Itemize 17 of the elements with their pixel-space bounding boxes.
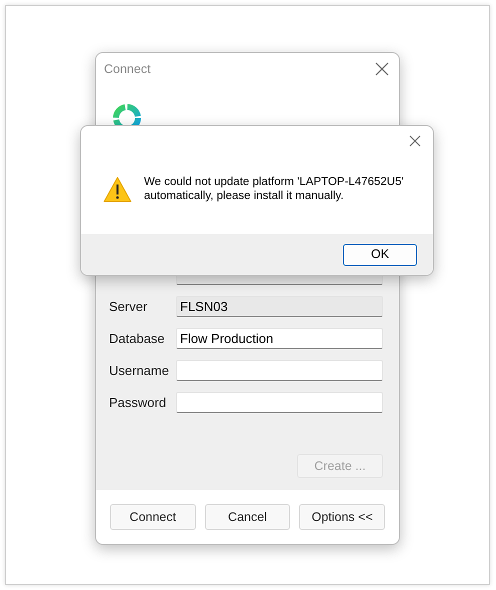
dialog-button[interactable]: Options << xyxy=(299,504,386,530)
close-button[interactable] xyxy=(409,135,423,149)
close-button[interactable] xyxy=(375,62,389,76)
window-title: Connect xyxy=(104,60,151,78)
field-label: Server xyxy=(109,298,148,316)
input-field[interactable]: Flow Production xyxy=(176,328,383,349)
alert-message: We could not update platform 'LAPTOP-L47652U5' automatically, please install it manually. xyxy=(144,174,405,204)
input-field[interactable] xyxy=(176,392,383,413)
field-label: Database xyxy=(109,330,166,348)
input-field[interactable]: FLSN03 xyxy=(176,296,383,317)
dialog-button[interactable]: Cancel xyxy=(204,504,290,530)
input-field[interactable] xyxy=(176,360,383,381)
ok-button[interactable]: OK xyxy=(343,244,417,266)
warning-icon xyxy=(103,176,132,202)
field-label: Username xyxy=(109,362,170,380)
dialog-button[interactable]: Connect xyxy=(110,504,196,530)
field-label: Password xyxy=(109,394,168,412)
